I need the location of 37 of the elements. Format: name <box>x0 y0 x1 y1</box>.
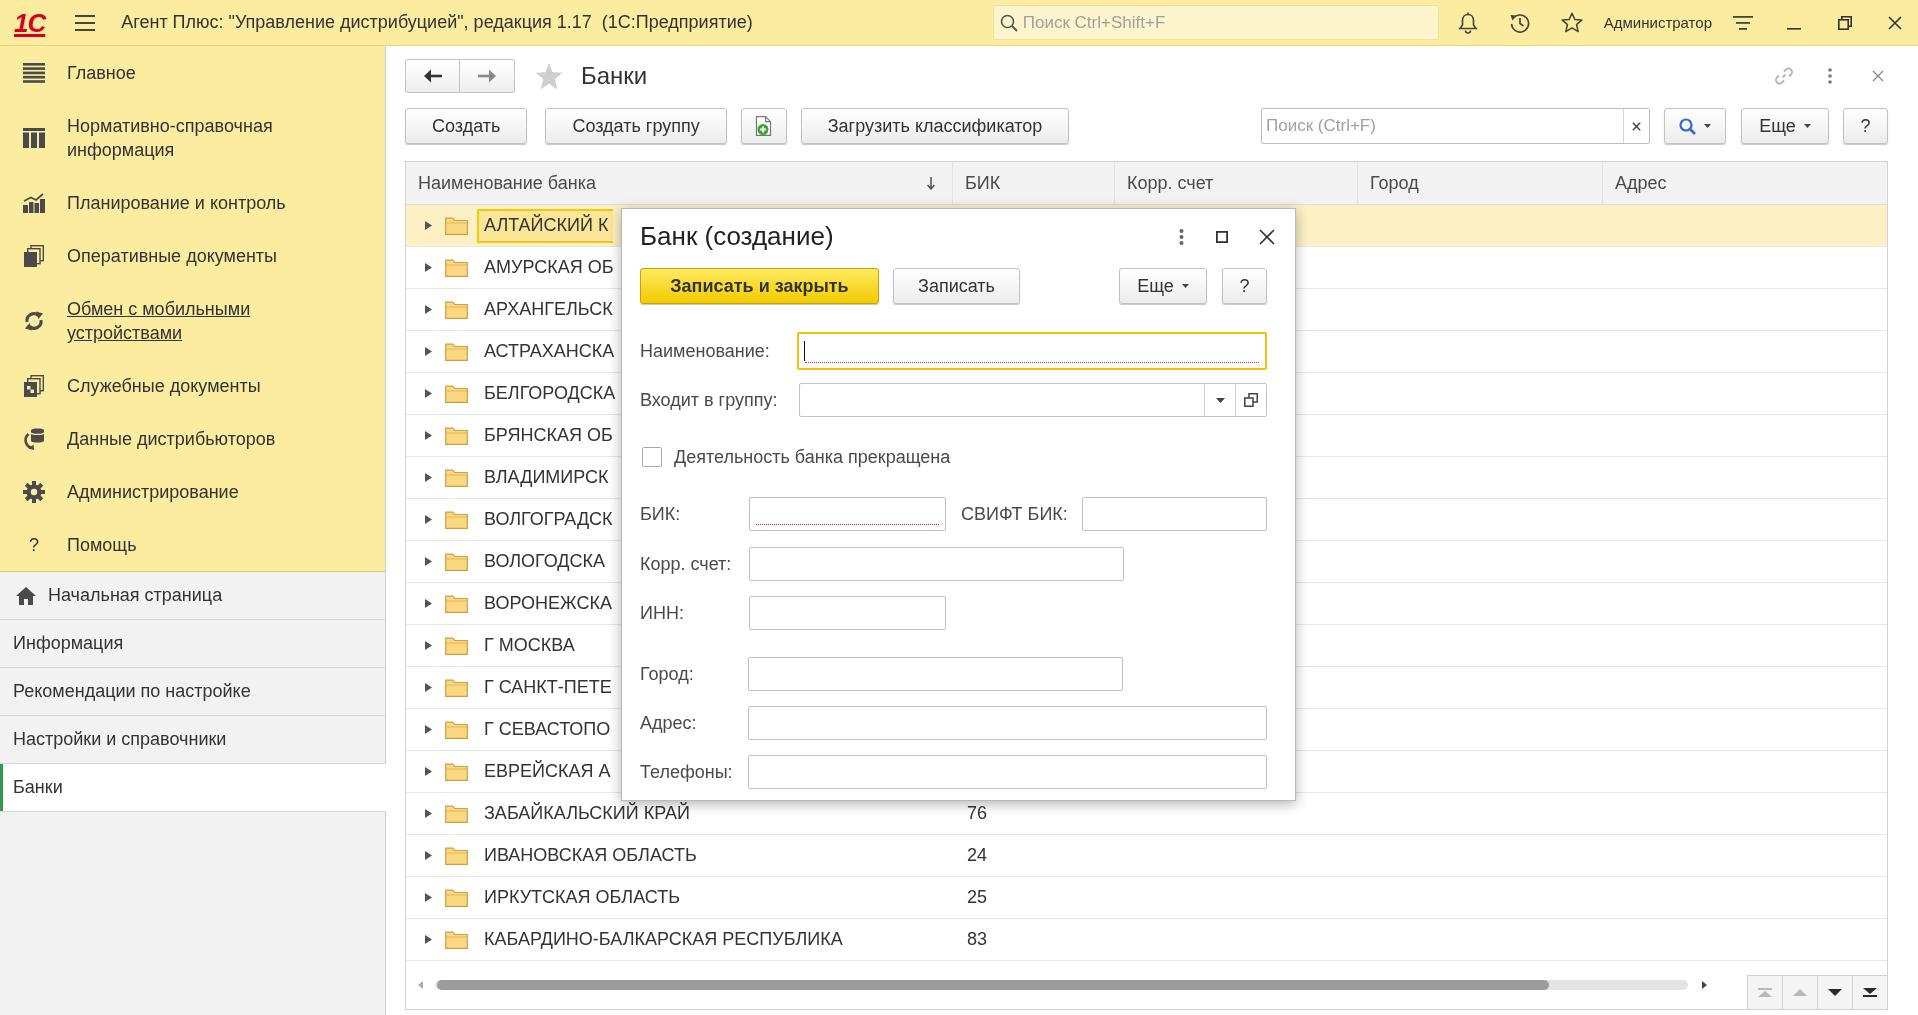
bank-group-name: ВОЛОГОДСКА <box>483 550 607 573</box>
field-label: Город: <box>640 663 694 685</box>
bank-group-name: АЛТАЙСКИЙ К <box>477 208 614 243</box>
bank-group-name: Г САНКТ-ПЕТЕ <box>483 676 613 699</box>
bank-group-name: ИРКУТСКАЯ ОБЛАСТЬ <box>483 886 681 909</box>
field-label: Наименование: <box>640 340 770 362</box>
checkbox-label: Деятельность банка прекращена <box>674 446 951 468</box>
app-logo: 1С <box>14 7 46 38</box>
help-icon: ? <box>29 534 39 556</box>
bank-group-name: ИВАНОВСКАЯ ОБЛАСТЬ <box>483 844 698 867</box>
bank-group-name: Г МОСКВА <box>483 634 576 657</box>
bank-group-name: ЗАБАЙКАЛЬСКИЙ КРАЙ <box>483 801 691 825</box>
bank-group-name: АМУРСКАЯ ОБ <box>483 256 615 279</box>
bank-group-name: АРХАНГЕЛЬСК <box>483 298 614 321</box>
bik-code: 24 <box>967 845 988 866</box>
bank-group-name: КАБАРДИНО-БАЛКАРСКАЯ РЕСПУБЛИКА <box>483 928 844 951</box>
page-title: Банки <box>581 62 648 90</box>
field-label: БИК: <box>640 503 681 525</box>
bank-group-name: ВЛАДИМИРСК <box>483 466 610 489</box>
field-label: Адрес: <box>640 712 697 734</box>
bank-group-name: Г СЕВАСТОПО <box>483 718 612 741</box>
bik-code: 25 <box>967 887 988 908</box>
bik-code: 83 <box>967 929 988 950</box>
field-label: Телефоны: <box>640 761 733 783</box>
field-label: СВИФТ БИК: <box>961 503 1068 525</box>
field-label: Входит в группу: <box>640 389 778 411</box>
window-title: Агент Плюс: "Управление дистрибуцией", редакция 1.17 (1С:Предприятие) <box>121 12 753 33</box>
bank-group-name: ВОРОНЕЖСКА <box>483 592 613 615</box>
bik-code: 76 <box>967 803 988 824</box>
bank-group-name: БРЯНСКАЯ ОБ <box>483 424 614 447</box>
field-label: ИНН: <box>640 602 684 624</box>
bank-group-name: ЕВРЕЙСКАЯ А <box>483 759 612 783</box>
field-label: Корр. счет: <box>640 553 732 575</box>
bank-group-name: АСТРАХАНСКА <box>483 340 616 363</box>
bank-group-name: БЕЛГОРОДСКА <box>483 382 617 405</box>
bank-group-name: ВОЛГОГРАДСК <box>483 508 614 531</box>
dialog-title: Банк (создание) <box>640 221 834 252</box>
